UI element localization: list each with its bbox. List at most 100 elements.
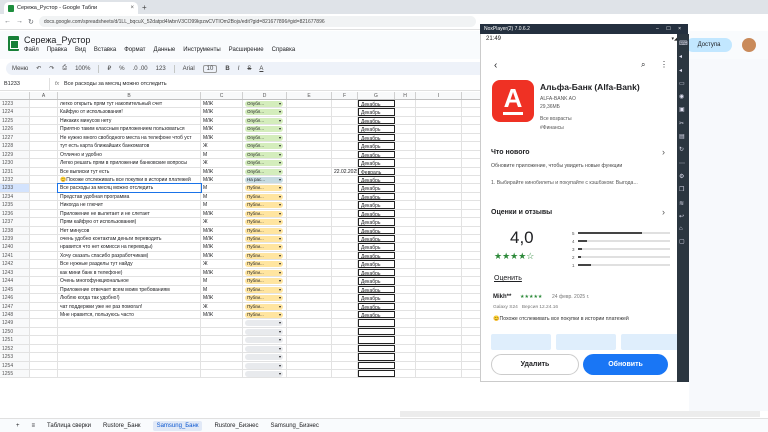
recents-icon[interactable]: ▢ <box>679 238 688 245</box>
search-menus-icon[interactable]: Меню <box>12 66 28 72</box>
status-chip[interactable]: Публи... <box>245 278 283 285</box>
cell-date[interactable] <box>332 116 358 125</box>
sheet-tab[interactable]: Samsung_Бизнес <box>271 423 319 429</box>
status-chip[interactable]: Публи... <box>245 261 283 268</box>
cell-status[interactable]: Опубл... <box>243 116 287 125</box>
remove-button[interactable]: Удалить <box>491 354 579 375</box>
cell-status[interactable]: Опубл... <box>243 108 287 116</box>
name-box[interactable]: B1233 <box>0 78 50 90</box>
cell-month[interactable]: Декабрь <box>358 142 395 150</box>
cell-a[interactable] <box>30 370 58 378</box>
cell-date[interactable] <box>332 201 358 209</box>
status-chip[interactable]: Опубл... <box>245 151 283 158</box>
cell-date[interactable] <box>332 150 358 159</box>
cell-a[interactable] <box>30 192 58 201</box>
cell-a[interactable] <box>30 201 58 209</box>
row-number[interactable]: 1235 <box>0 201 30 209</box>
row-number[interactable]: 1242 <box>0 260 30 268</box>
cell-month[interactable]: Декабрь <box>358 294 395 302</box>
table-row[interactable]: 1226 Приятно таким классным приложением п… <box>0 125 504 134</box>
cell-h[interactable] <box>395 361 416 369</box>
strikethrough-button[interactable]: S <box>247 66 251 72</box>
row-number[interactable]: 1227 <box>0 133 30 142</box>
cell-date[interactable] <box>332 336 358 344</box>
cell-month[interactable]: Декабрь <box>358 108 395 116</box>
cell-review-text[interactable]: Очень многофункциональное <box>58 277 201 285</box>
column-header[interactable]: G <box>358 92 395 99</box>
table-row[interactable]: 1240 нравится что нет комисси на переводы… <box>0 243 504 252</box>
sheet-tab-active[interactable]: Samsung_Банк <box>152 420 203 431</box>
multi-instance-icon[interactable]: ❐ <box>679 186 688 193</box>
row-number[interactable]: 1241 <box>0 251 30 260</box>
cell-e[interactable] <box>287 184 332 192</box>
cell-date[interactable] <box>332 209 358 218</box>
more-icon[interactable]: ⋯ <box>679 160 688 167</box>
cell-review-text[interactable]: Нет минусов <box>58 226 201 234</box>
cell-gender[interactable]: М/Ж <box>201 133 243 142</box>
cell-gender[interactable]: М <box>201 192 243 201</box>
table-row[interactable]: 1237 Прям кайфую от использования) Ж Публи.… <box>0 218 504 227</box>
cell-review-text[interactable]: Хочу сказать спасибо разработчикам) <box>58 251 201 260</box>
cell-e[interactable] <box>287 361 332 369</box>
cell-month[interactable] <box>358 327 395 336</box>
cell-review-text[interactable]: Приложение отвечает всем моим требования… <box>58 285 201 294</box>
cell-i[interactable] <box>416 277 462 285</box>
cell-month[interactable]: Декабрь <box>358 285 395 294</box>
avatar[interactable] <box>742 38 756 52</box>
cell-status[interactable] <box>243 319 287 327</box>
cell-month[interactable]: Декабрь <box>358 150 395 159</box>
cell-a[interactable] <box>30 159 58 167</box>
row-number[interactable]: 1226 <box>0 125 30 133</box>
cell-status[interactable]: Опубл... <box>243 100 287 108</box>
cell-gender[interactable] <box>201 353 243 361</box>
cell-a[interactable] <box>30 175 58 184</box>
cell-i[interactable] <box>416 361 462 369</box>
chevron-right-icon[interactable]: › <box>662 147 665 157</box>
cell-e[interactable] <box>287 251 332 260</box>
cell-e[interactable] <box>287 294 332 302</box>
menu-format[interactable]: Формат <box>124 47 145 53</box>
cell-h[interactable] <box>395 336 416 344</box>
menu-insert[interactable]: Вставка <box>94 47 116 53</box>
cell-date[interactable] <box>332 142 358 150</box>
search-icon[interactable]: ⌕ <box>641 60 645 70</box>
cell-month[interactable]: Декабрь <box>358 277 395 285</box>
cell-status[interactable] <box>243 344 287 353</box>
row-number[interactable]: 1250 <box>0 327 30 336</box>
cell-status[interactable] <box>243 327 287 336</box>
cell-gender[interactable] <box>201 327 243 336</box>
cell-month[interactable] <box>358 370 395 378</box>
cell-e[interactable] <box>287 100 332 108</box>
cell-h[interactable] <box>395 133 416 142</box>
cell-e[interactable] <box>287 327 332 336</box>
spreadsheet-grid[interactable]: 1223 легко открыть прям тут накопительный… <box>0 100 504 379</box>
cell-a[interactable] <box>30 327 58 336</box>
cell-review-text[interactable]: очень удобно контактам деньги переводить <box>58 235 201 243</box>
table-row[interactable]: 1224 Кайфую от использования!М/ЖОпубл... Д… <box>0 108 504 117</box>
table-row[interactable]: 1231 Все выписки тут естьМ/ЖОпубл... 22.02… <box>0 167 504 176</box>
cell-gender[interactable]: М/Ж <box>201 243 243 251</box>
cell-date[interactable] <box>332 235 358 243</box>
cell-month[interactable]: Декабрь <box>358 159 395 167</box>
update-button[interactable]: Обновить <box>583 354 668 375</box>
status-chip[interactable]: Публи... <box>245 295 283 302</box>
cell-i[interactable] <box>416 226 462 234</box>
table-row[interactable]: 1235 Никогда не глючитМПубли... Декабрь <box>0 201 504 210</box>
cell-gender[interactable]: Ж <box>201 142 243 150</box>
cell-month[interactable]: Декабрь <box>358 243 395 251</box>
cell-review-text[interactable]: Отлично и удобно <box>58 150 201 159</box>
table-row[interactable]: 1239 очень удобно контактам деньги перево… <box>0 235 504 244</box>
cell-i[interactable] <box>416 108 462 116</box>
cell-a[interactable] <box>30 310 58 319</box>
italic-button[interactable]: I <box>238 66 240 72</box>
table-row[interactable]: 1247 чат поддержки уже не раз помогал! Ж Пу… <box>0 302 504 311</box>
cell-i[interactable] <box>416 167 462 175</box>
cell-i[interactable] <box>416 235 462 243</box>
cell-gender[interactable] <box>201 336 243 344</box>
cell-e[interactable] <box>287 353 332 361</box>
cell-gender[interactable]: М/Ж <box>201 167 243 175</box>
sheet-tab[interactable]: Таблица сверки <box>47 423 91 429</box>
volume-down-icon[interactable]: ◂ <box>679 67 688 74</box>
cell-review-text[interactable]: тут есть карта ближайших банкоматов <box>58 142 201 150</box>
cell-gender[interactable]: Ж <box>201 159 243 167</box>
